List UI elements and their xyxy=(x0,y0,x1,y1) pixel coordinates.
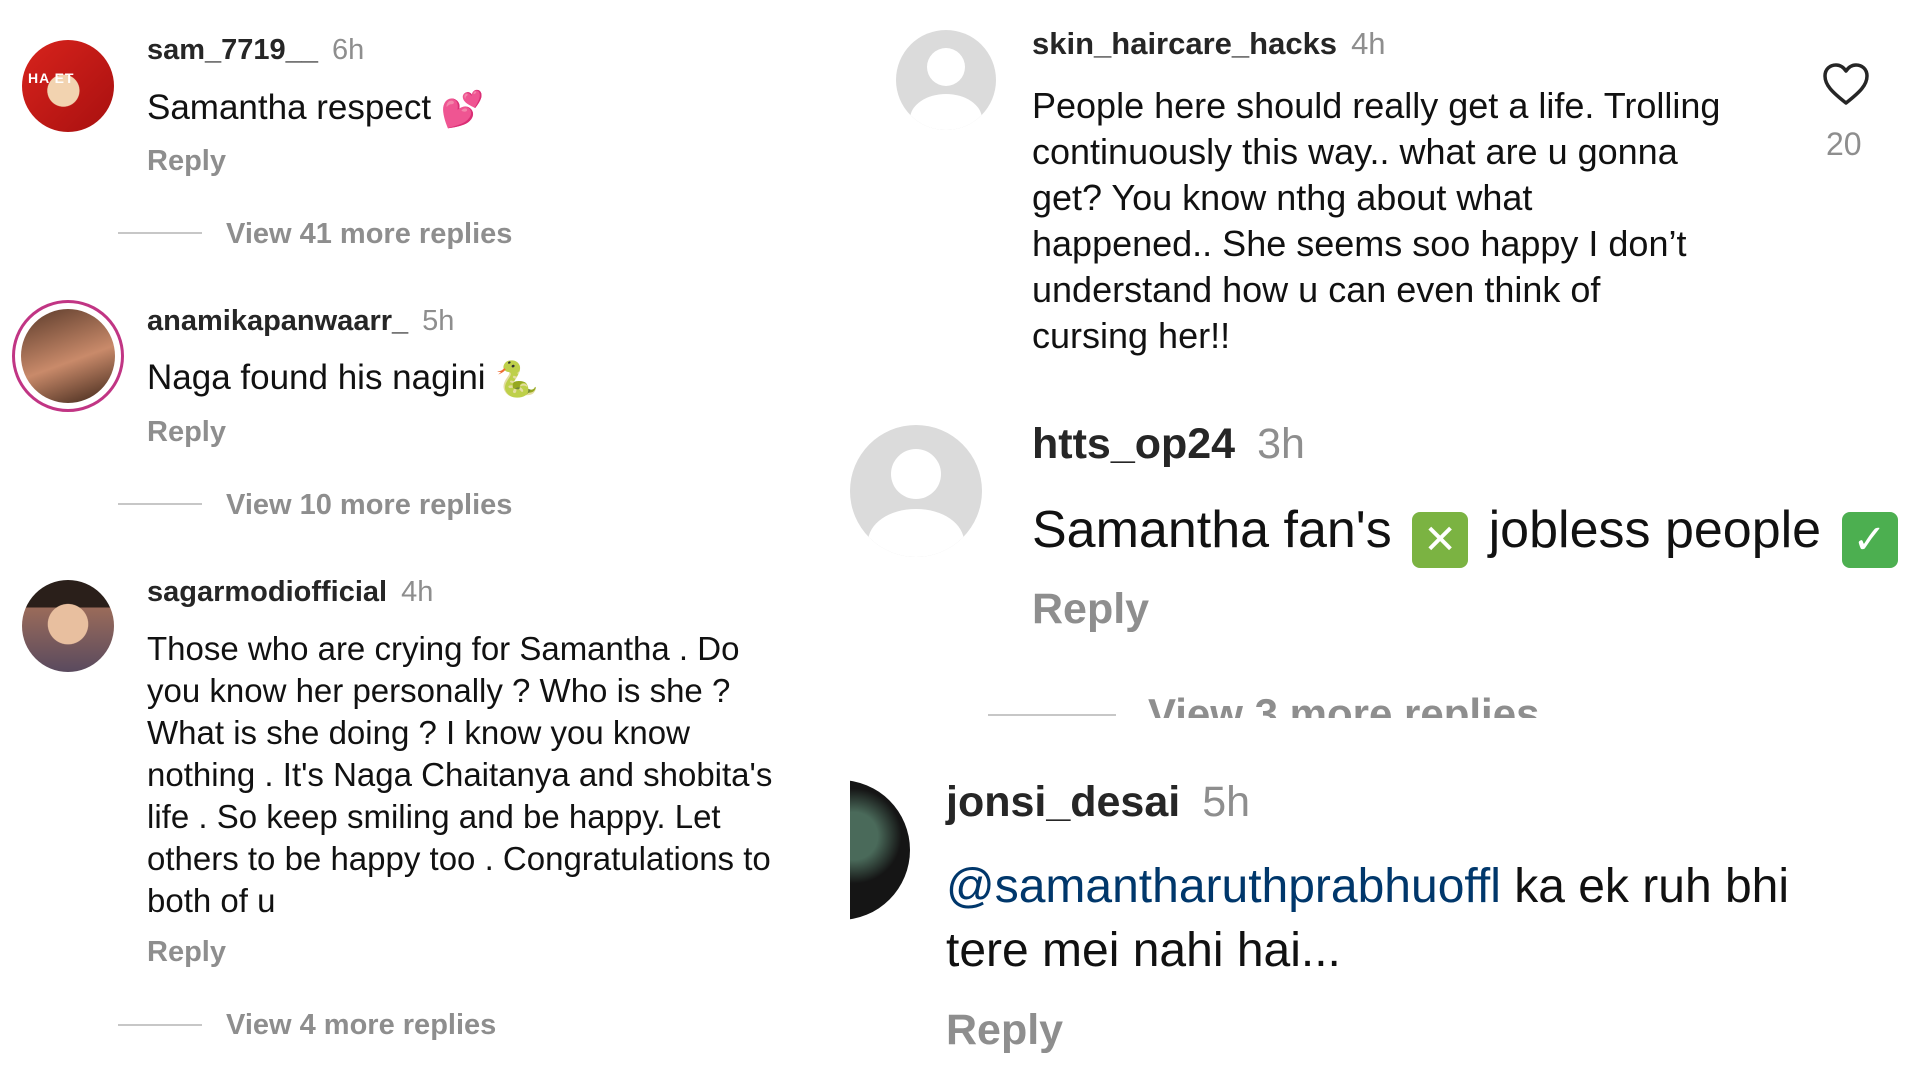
comment-timestamp: 6h xyxy=(331,34,365,66)
comment-line: People here should really get a life. Tr… xyxy=(1032,85,1721,126)
comment-timestamp: 4h xyxy=(1351,26,1386,61)
reply-button[interactable]: Reply xyxy=(147,145,226,178)
username-text: sagarmodiofficial xyxy=(147,576,388,608)
comment-text: Samantha fan's ✕ jobless people ✓ xyxy=(1032,500,1898,568)
avatar-story-ring[interactable] xyxy=(12,300,124,412)
avatar[interactable] xyxy=(850,780,910,920)
view-replies-clip: View 3 more replies xyxy=(1148,690,1568,718)
check-mark-emoji: ✓ xyxy=(1841,512,1898,568)
reply-button[interactable]: Reply xyxy=(147,936,226,969)
comment-body: jobless people xyxy=(1488,501,1822,559)
comment-username[interactable]: anamikapanwaarr_ 5h xyxy=(147,305,454,338)
snake-emoji: 🐍 xyxy=(495,360,539,401)
comment-username[interactable]: jonsi_desai 5h xyxy=(946,778,1250,827)
avatar-default[interactable] xyxy=(896,30,996,130)
comment-line: Those who are crying for Samantha . Do xyxy=(147,630,740,667)
comment-timestamp: 5h xyxy=(1202,778,1251,826)
comment-body: Samantha respect xyxy=(147,88,432,127)
view-replies-link[interactable]: View 4 more replies xyxy=(226,1009,496,1042)
divider xyxy=(118,232,202,234)
comment-text: @samantharuthprabhuoffl ka ek ruh bhi te… xyxy=(946,855,1789,983)
username-text: skin_haircare_hacks xyxy=(1032,26,1338,61)
avatar xyxy=(21,309,115,403)
like-count: 20 xyxy=(1826,126,1862,162)
comment-body: Samantha fan's xyxy=(1032,501,1392,559)
avatar-head-shape xyxy=(927,48,965,86)
comment-body: ka ek ruh bhi xyxy=(1500,860,1790,913)
username-text: anamikapanwaarr_ xyxy=(147,305,409,337)
comment-timestamp: 5h xyxy=(422,305,455,337)
avatar-head-shape xyxy=(890,448,942,499)
comment-line: others to be happy too . Congratulations… xyxy=(147,840,771,877)
comment-line: understand how u can even think of xyxy=(1032,269,1601,310)
view-replies-link[interactable]: View 3 more replies xyxy=(1148,690,1539,718)
avatar-body-shape xyxy=(868,509,964,557)
mention-link[interactable]: @samantharuthprabhuoffl xyxy=(946,860,1501,913)
comment-text: People here should really get a life. Tr… xyxy=(1032,83,1720,359)
view-replies-link[interactable]: View 41 more replies xyxy=(226,218,512,251)
comment-line: get? You know nthg about what xyxy=(1032,177,1533,218)
comment-body: Naga found his nagini xyxy=(147,358,486,397)
reply-button[interactable]: Reply xyxy=(1032,585,1149,634)
avatar-clip xyxy=(850,780,910,920)
comment-line: both of u xyxy=(147,882,276,919)
comment-text: Samantha respect 💕 xyxy=(147,88,484,130)
comment-username[interactable]: sam_7719__ 6h xyxy=(147,34,364,67)
avatar-default[interactable] xyxy=(850,425,982,557)
comment-line: happened.. She seems soo happy I don’t xyxy=(1032,223,1687,264)
comment-username[interactable]: skin_haircare_hacks 4h xyxy=(1032,26,1386,62)
cross-mark-emoji: ✕ xyxy=(1412,512,1469,568)
comment-line: continuously this way.. what are u gonna xyxy=(1032,131,1678,172)
comment-line: cursing her!! xyxy=(1032,315,1231,356)
divider xyxy=(118,503,202,505)
comment-text: Those who are crying for Samantha . Do y… xyxy=(147,628,772,922)
two-hearts-emoji: 💕 xyxy=(440,90,485,131)
comment-text: Naga found his nagini 🐍 xyxy=(147,358,539,400)
comment-timestamp: 3h xyxy=(1257,420,1305,468)
reply-button[interactable]: Reply xyxy=(946,1006,1063,1055)
avatar-logo-text: HA ET xyxy=(28,70,75,86)
view-replies-link[interactable]: View 10 more replies xyxy=(226,489,512,522)
avatar[interactable] xyxy=(22,580,114,672)
comment-username[interactable]: sagarmodiofficial 4h xyxy=(147,576,433,609)
username-text: htts_op24 xyxy=(1032,420,1236,468)
avatar-body-shape xyxy=(910,94,982,130)
username-text: jonsi_desai xyxy=(946,778,1181,826)
divider xyxy=(118,1024,202,1026)
comment-username[interactable]: htts_op24 3h xyxy=(1032,420,1305,469)
comment-timestamp: 4h xyxy=(401,576,434,608)
heart-outline-icon[interactable] xyxy=(1822,62,1870,106)
avatar[interactable]: HA ET xyxy=(22,40,114,132)
comment-line: nothing . It's Naga Chaitanya and shobit… xyxy=(147,756,773,793)
divider xyxy=(988,714,1116,716)
reply-button[interactable]: Reply xyxy=(147,416,226,449)
username-text: sam_7719__ xyxy=(147,34,318,66)
comment-line: What is she doing ? I know you know xyxy=(147,714,690,751)
comment-line: you know her personally ? Who is she ? xyxy=(147,672,731,709)
comment-line: life . So keep smiling and be happy. Let xyxy=(147,798,721,835)
comment-line: @samantharuthprabhuoffl ka ek ruh bhi xyxy=(946,855,1789,919)
comment-line: tere mei nahi hai... xyxy=(946,924,1341,977)
